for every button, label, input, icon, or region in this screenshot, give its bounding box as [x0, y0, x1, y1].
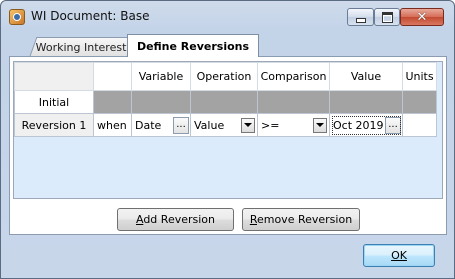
row-header-initial[interactable]: Initial — [14, 90, 94, 114]
column-header-operation[interactable]: Operation — [190, 62, 258, 91]
table-row: Initial — [14, 90, 437, 114]
disabled-cell — [402, 90, 437, 114]
ok-button[interactable]: OK — [363, 244, 435, 267]
add-reversion-button[interactable]: Add Reversion — [117, 208, 234, 231]
chevron-down-icon — [244, 123, 252, 127]
tab-label: Working Interests — [35, 40, 133, 54]
table-row: Reversion 1 when Date ... Value >= Oct 2… — [14, 113, 437, 137]
column-header-value[interactable]: Value — [329, 62, 403, 91]
column-header-variable[interactable]: Variable — [131, 62, 191, 91]
disabled-cell — [93, 90, 132, 114]
tab-working-interests[interactable]: Working Interests — [29, 37, 139, 56]
disabled-cell — [131, 90, 191, 114]
remove-reversion-button[interactable]: Remove Reversion — [242, 208, 360, 231]
units-cell[interactable] — [402, 113, 437, 137]
disabled-cell — [329, 90, 403, 114]
tab-define-reversions[interactable]: Define Reversions — [127, 34, 259, 57]
mnemonic: R — [249, 213, 257, 226]
maximize-icon — [381, 11, 393, 23]
tab-label: Define Reversions — [136, 39, 250, 53]
row-header-reversion-1[interactable]: Reversion 1 — [14, 113, 94, 137]
corner-cell — [14, 62, 94, 91]
operation-value: Value — [194, 118, 225, 132]
variable-value: Date — [135, 118, 162, 132]
close-icon: ✕ — [416, 9, 428, 25]
variable-browse-button[interactable]: ... — [173, 116, 189, 134]
header-row: Variable Operation Comparison Value Unit… — [14, 62, 437, 91]
dialog-window: WI Document: Base ✕ Working Interests De… — [0, 0, 455, 279]
button-label: dd Reversion — [143, 213, 215, 226]
button-label: OK — [391, 249, 407, 262]
comparison-value: >= — [261, 118, 280, 132]
comparison-dropdown-button[interactable] — [313, 117, 327, 133]
column-header-units[interactable]: Units — [402, 62, 437, 91]
app-icon — [9, 9, 25, 25]
title-bar[interactable]: WI Document: Base ✕ — [1, 1, 454, 31]
close-button[interactable]: ✕ — [400, 8, 444, 26]
value-cell[interactable]: Oct 2019 ... — [329, 113, 403, 137]
variable-cell[interactable]: Date ... — [131, 113, 191, 137]
column-header-comparison[interactable]: Comparison — [257, 62, 330, 91]
value-browse-button[interactable]: ... — [385, 116, 401, 134]
disabled-cell — [257, 90, 330, 114]
value-value: Oct 2019 — [333, 118, 384, 132]
minimize-icon — [355, 17, 366, 23]
chevron-down-icon — [316, 123, 324, 127]
minimize-button[interactable] — [347, 8, 374, 26]
button-label: emove Reversion — [256, 213, 353, 226]
disabled-cell — [190, 90, 258, 114]
reversions-grid: Variable Operation Comparison Value Unit… — [13, 61, 443, 199]
when-cell: when — [93, 113, 132, 137]
window-title: WI Document: Base — [31, 9, 150, 23]
comparison-cell[interactable]: >= — [257, 113, 330, 137]
operation-dropdown-button[interactable] — [241, 117, 255, 133]
maximize-button[interactable] — [374, 8, 400, 26]
column-header-when — [93, 62, 132, 91]
operation-cell[interactable]: Value — [190, 113, 258, 137]
